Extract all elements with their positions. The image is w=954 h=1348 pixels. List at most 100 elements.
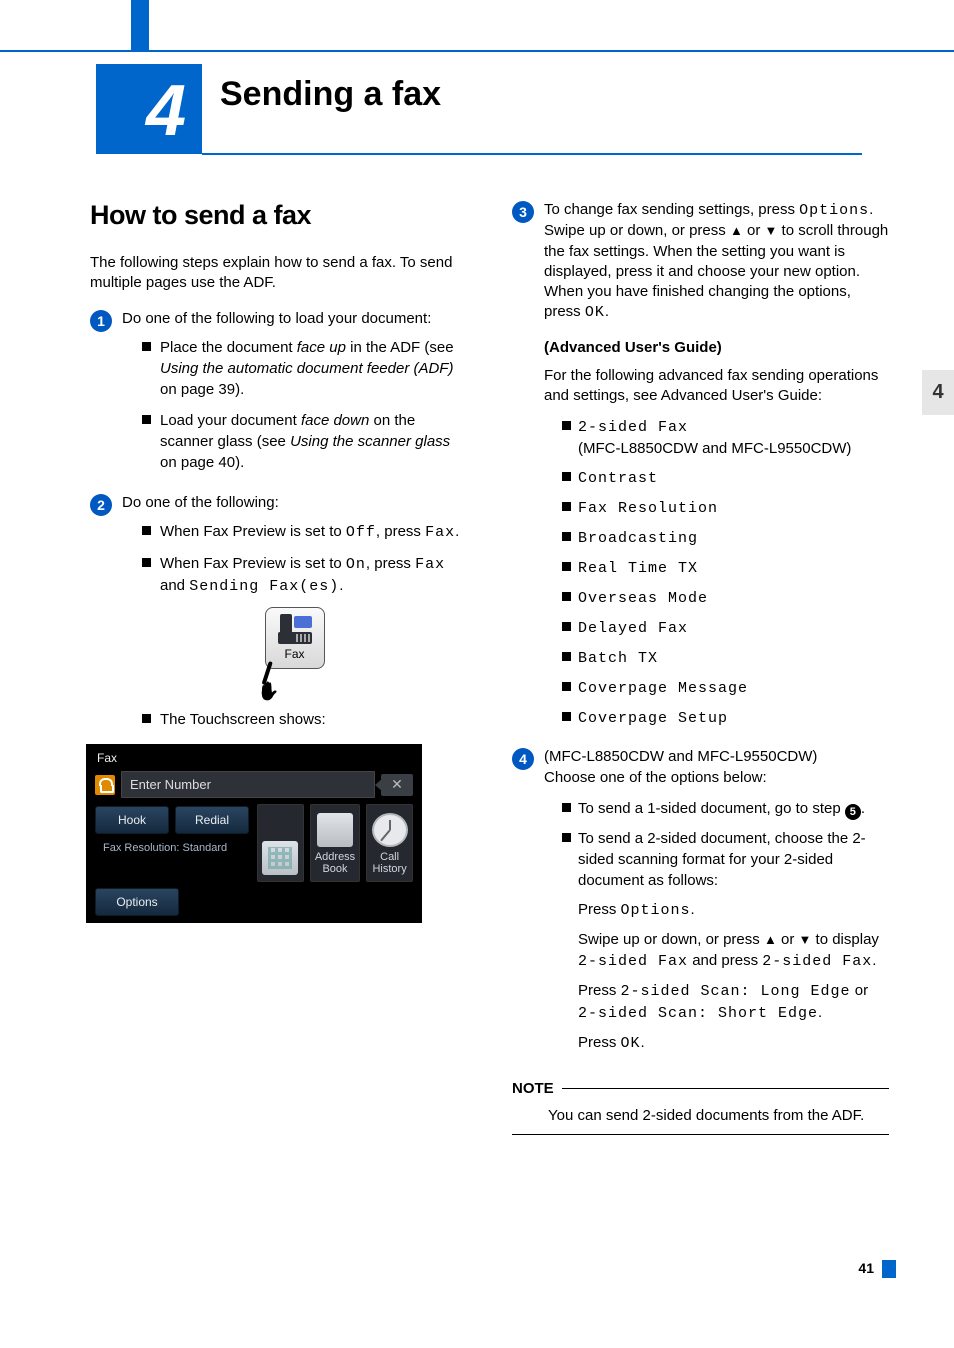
t: Broadcasting	[578, 530, 698, 547]
t: .	[455, 523, 459, 540]
dialpad-tile[interactable]	[257, 804, 304, 882]
t: or	[777, 931, 799, 948]
t: 2-sided Scan: Short Edge	[578, 1005, 818, 1022]
note-top-rule	[562, 1088, 889, 1089]
t: 2-sided Fax	[578, 419, 688, 436]
t: or	[743, 222, 765, 239]
call-history-label: Call History	[371, 851, 408, 875]
note-bottom-rule	[512, 1134, 889, 1135]
page-marker	[882, 1260, 896, 1278]
note-title: NOTE	[512, 1080, 554, 1097]
t: (MFC-L8850CDW and MFC-L9550CDW)	[578, 440, 851, 457]
t: Real Time TX	[578, 560, 698, 577]
up-arrow-icon: ▲	[730, 223, 743, 238]
t: 2-sided Fax	[762, 953, 872, 970]
step4-bullet-1sided: To send a 1-sided document, go to step 5…	[562, 798, 889, 821]
t: on page 40).	[160, 454, 244, 471]
step-badge-4: 4	[512, 748, 534, 770]
t: Place the document	[160, 339, 297, 356]
t: Coverpage Setup	[578, 710, 728, 727]
adv-item-cover-setup: Coverpage Setup	[562, 707, 889, 729]
step-1: 1 Do one of the following to load your d…	[90, 309, 467, 483]
touchscreen-label: The Touchscreen shows:	[142, 709, 467, 730]
t: Press	[578, 1034, 621, 1051]
page-number: 41	[858, 1260, 874, 1276]
phone-icon[interactable]	[95, 775, 115, 795]
options-button[interactable]: Options	[95, 888, 179, 916]
section-title: How to send a fax	[90, 200, 467, 231]
chapter-badge: 4	[96, 64, 202, 154]
up-arrow-icon: ▲	[764, 932, 777, 947]
step4-bullet-2sided: To send a 2-sided document, choose the 2…	[562, 828, 889, 1054]
adv-item-contrast: Contrast	[562, 467, 889, 489]
t: When Fax Preview is set to	[160, 555, 346, 572]
t: Fax Resolution	[578, 500, 718, 517]
section-intro: The following steps explain how to send …	[90, 253, 467, 294]
step-badge-1: 1	[90, 310, 112, 332]
t: Options	[621, 902, 691, 919]
side-tab: 4	[922, 370, 954, 415]
address-book-icon	[317, 813, 353, 847]
call-history-tile[interactable]: Call History	[366, 804, 413, 882]
t: Overseas Mode	[578, 590, 708, 607]
adv-item-2sided: 2-sided Fax (MFC-L8850CDW and MFC-L9550CD…	[562, 416, 889, 459]
address-book-label: Address Book	[315, 851, 355, 875]
t: face down	[301, 412, 369, 429]
t: To change fax sending settings, press	[544, 201, 799, 218]
adv-item-realtime: Real Time TX	[562, 557, 889, 579]
t: Press	[578, 901, 621, 918]
note-body: You can send 2-sided documents from the …	[512, 1097, 889, 1134]
step4-models: (MFC-L8850CDW and MFC-L9550CDW)	[544, 748, 817, 765]
t: OK	[585, 304, 605, 321]
t: to display	[811, 931, 879, 948]
t: .	[641, 1034, 645, 1051]
header-divider	[0, 50, 954, 52]
t: on page 39).	[160, 381, 244, 398]
t: in the ADF (see	[346, 339, 454, 356]
address-book-tile[interactable]: Address Book	[310, 804, 360, 882]
adv-item-batch: Batch TX	[562, 647, 889, 669]
t: .	[691, 901, 695, 918]
t: and press	[688, 952, 762, 969]
hand-icon	[255, 661, 285, 699]
step2-bullet-off: When Fax Preview is set to Off, press Fa…	[142, 521, 467, 543]
t: Sending Fax(es)	[189, 578, 339, 595]
t: When Fax Preview is set to	[160, 523, 346, 540]
t: or	[851, 982, 869, 999]
left-column: How to send a fax The following steps ex…	[90, 200, 467, 1278]
t: Load your document	[160, 412, 301, 429]
step1-bullet-adf: Place the document face up in the ADF (s…	[142, 337, 467, 400]
fax-icon	[278, 614, 312, 644]
t: Fax	[425, 524, 455, 541]
t: Press	[578, 982, 621, 999]
step-3: 3 To change fax sending settings, press …	[512, 200, 889, 737]
t: , press	[376, 523, 425, 540]
enter-number-field[interactable]: Enter Number	[121, 771, 375, 798]
advanced-intro: For the following advanced fax sending o…	[544, 366, 889, 407]
step-badge-3: 3	[512, 201, 534, 223]
step-badge-2: 2	[90, 494, 112, 516]
t: Fax	[415, 556, 445, 573]
backspace-button[interactable]: ✕	[381, 774, 413, 796]
adv-item-delayed: Delayed Fax	[562, 617, 889, 639]
down-arrow-icon: ▼	[765, 223, 778, 238]
chapter-underline	[202, 153, 862, 155]
t: Coverpage Message	[578, 680, 748, 697]
clock-icon	[372, 813, 408, 847]
step2-text: Do one of the following:	[122, 494, 279, 511]
t: 2-sided Fax	[578, 953, 688, 970]
step1-text: Do one of the following to load your doc…	[122, 310, 431, 327]
t: To send a 2-sided document, choose the 2…	[578, 830, 866, 889]
t: .	[605, 303, 609, 320]
t: To send a 1-sided document, go to step	[578, 800, 845, 817]
t: .	[872, 952, 876, 969]
ts-title: Fax	[87, 745, 421, 769]
step2-bullet-on: When Fax Preview is set to On, press Fax…	[142, 553, 467, 597]
t: Using the scanner glass	[290, 433, 450, 450]
t: face up	[297, 339, 346, 356]
adv-item-overseas: Overseas Mode	[562, 587, 889, 609]
down-arrow-icon: ▼	[799, 932, 812, 947]
step-2: 2 Do one of the following: When Fax Prev…	[90, 493, 467, 734]
dialpad-icon	[262, 841, 298, 875]
adv-item-resolution: Fax Resolution	[562, 497, 889, 519]
